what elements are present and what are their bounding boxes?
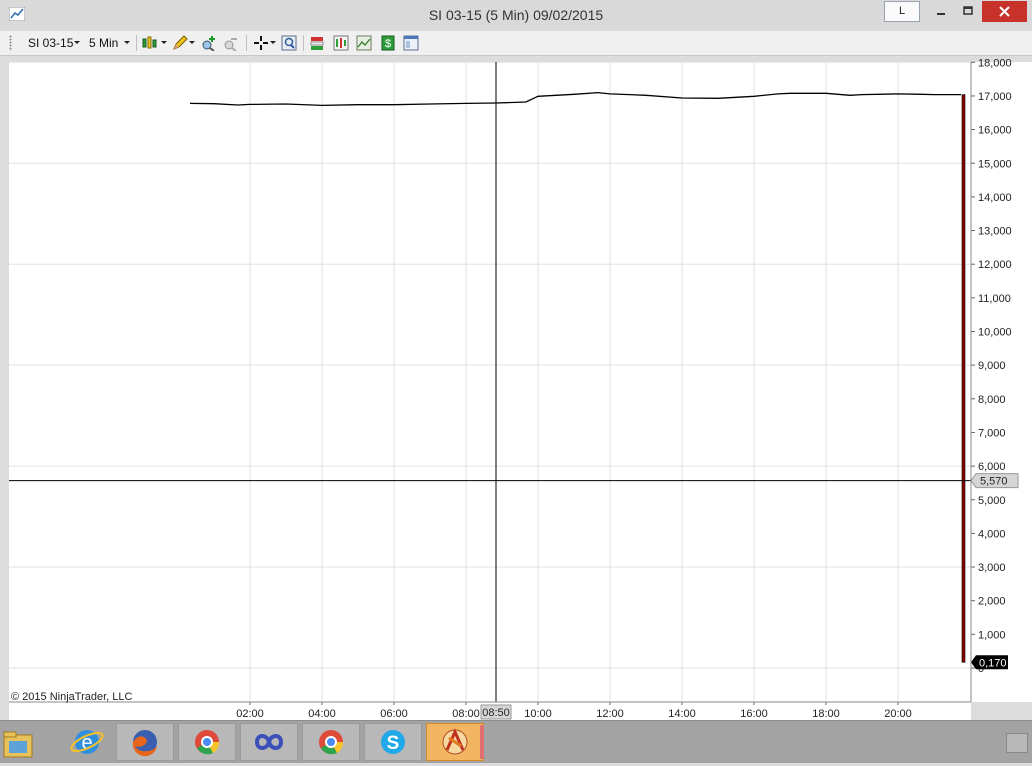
- price-tick-label: 4,000: [978, 528, 1006, 540]
- time-tick-label: 04:00: [308, 708, 336, 720]
- taskbar-file-explorer[interactable]: [0, 723, 58, 761]
- price-tick-label: 15,000: [978, 158, 1012, 170]
- chart-trader-icon[interactable]: $: [380, 35, 396, 51]
- ninjatrader-icon: [442, 728, 468, 755]
- price-tick-label: 9,000: [978, 360, 1006, 372]
- price-tick-label: 2,000: [978, 596, 1006, 608]
- pencil-icon[interactable]: [172, 35, 188, 51]
- chrome-icon: [319, 730, 344, 755]
- time-tick-label: 06:00: [380, 708, 408, 720]
- price-tick-label: 12,000: [978, 259, 1012, 271]
- toolbar-separator: [246, 35, 247, 51]
- link-button[interactable]: L: [884, 1, 920, 22]
- price-tick-label: 16,000: [978, 125, 1012, 137]
- svg-text:$: $: [385, 38, 391, 50]
- chart-style-dropdown-icon[interactable]: [161, 41, 167, 44]
- price-tick-label: 1,000: [978, 629, 1006, 641]
- last-bar: [961, 94, 966, 663]
- chart-properties-icon[interactable]: [356, 35, 372, 51]
- internet-explorer-icon: e: [70, 730, 104, 754]
- taskbar-skype[interactable]: S: [364, 723, 422, 761]
- taskbar-infinity-app[interactable]: [240, 723, 298, 761]
- instrument-selector[interactable]: SI 03-15: [28, 36, 73, 50]
- plot-area[interactable]: [9, 62, 971, 702]
- taskbar-chrome[interactable]: [178, 723, 236, 761]
- chart-style-icon[interactable]: [142, 35, 158, 51]
- taskbar-internet-explorer[interactable]: e: [58, 723, 116, 761]
- title-bar: SI 03-15 (5 Min) 09/02/2015 L: [0, 0, 1032, 32]
- crosshair-dropdown-icon[interactable]: [270, 41, 276, 44]
- zoom-in-icon[interactable]: [201, 35, 217, 51]
- interval-selector[interactable]: 5 Min: [89, 36, 118, 50]
- price-tick-label: 5,000: [978, 495, 1006, 507]
- time-tick-label: 18:00: [812, 708, 840, 720]
- toolbar-grip[interactable]: [9, 35, 12, 51]
- taskbar-chrome-2[interactable]: [302, 723, 360, 761]
- instrument-dropdown-icon[interactable]: [74, 41, 80, 44]
- windows-taskbar: e S: [0, 720, 1032, 763]
- drawing-tools-dropdown-icon[interactable]: [189, 41, 195, 44]
- close-icon[interactable]: [982, 1, 1027, 22]
- indicators-icon[interactable]: [309, 35, 325, 51]
- crosshair-icon[interactable]: [253, 35, 269, 51]
- skype-icon: S: [381, 730, 405, 754]
- time-tick-label: 02:00: [236, 708, 264, 720]
- price-tick-label: 14,000: [978, 192, 1012, 204]
- firefox-icon: [132, 730, 157, 757]
- last-price-label: 0,170: [979, 657, 1007, 669]
- zoom-out-icon[interactable]: [223, 35, 239, 51]
- price-tick-label: 18,000: [978, 57, 1012, 69]
- crosshair-time-label: 08:50: [482, 707, 510, 719]
- toolbar-separator: [303, 35, 304, 51]
- crosshair-price-label: 5,570: [980, 476, 1008, 488]
- interval-dropdown-icon[interactable]: [124, 41, 130, 44]
- time-tick-label: 20:00: [884, 708, 912, 720]
- time-tick-label: 08:00: [452, 708, 480, 720]
- show-desktop-button[interactable]: [1006, 733, 1028, 753]
- time-tick-label: 10:00: [524, 708, 552, 720]
- price-chart[interactable]: 01,0002,0003,0004,0005,0006,0007,0008,00…: [0, 55, 1032, 720]
- price-tick-label: 10,000: [978, 327, 1012, 339]
- chrome-icon: [195, 730, 220, 755]
- time-tick-label: 12:00: [596, 708, 624, 720]
- price-tick-label: 6,000: [978, 461, 1006, 473]
- file-explorer-icon: [3, 731, 33, 758]
- price-tick-label: 7,000: [978, 427, 1006, 439]
- time-tick-label: 14:00: [668, 708, 696, 720]
- window-title: SI 03-15 (5 Min) 09/02/2015: [428, 7, 604, 23]
- price-tick-label: 3,000: [978, 562, 1006, 574]
- toolbar-separator: [136, 35, 137, 51]
- taskbar-ninjatrader[interactable]: [426, 723, 484, 761]
- price-tick-label: 13,000: [978, 226, 1012, 238]
- taskbar-divider: [480, 725, 484, 759]
- chart-toolbar: SI 03-15 5 Min $: [0, 31, 1032, 56]
- copyright-watermark: © 2015 NinjaTrader, LLC: [11, 691, 132, 703]
- time-tick-label: 16:00: [740, 708, 768, 720]
- price-tick-label: 8,000: [978, 394, 1006, 406]
- price-tick-label: 11,000: [978, 293, 1011, 305]
- infinity-app-icon: [254, 734, 284, 750]
- taskbar-firefox[interactable]: [116, 723, 174, 761]
- strategies-icon[interactable]: [333, 35, 349, 51]
- minimize-icon[interactable]: [928, 2, 954, 20]
- svg-text:S: S: [387, 733, 400, 754]
- templates-icon[interactable]: [403, 35, 419, 51]
- maximize-icon[interactable]: [955, 2, 981, 20]
- price-tick-label: 17,000: [978, 91, 1012, 103]
- data-box-icon[interactable]: [281, 35, 297, 51]
